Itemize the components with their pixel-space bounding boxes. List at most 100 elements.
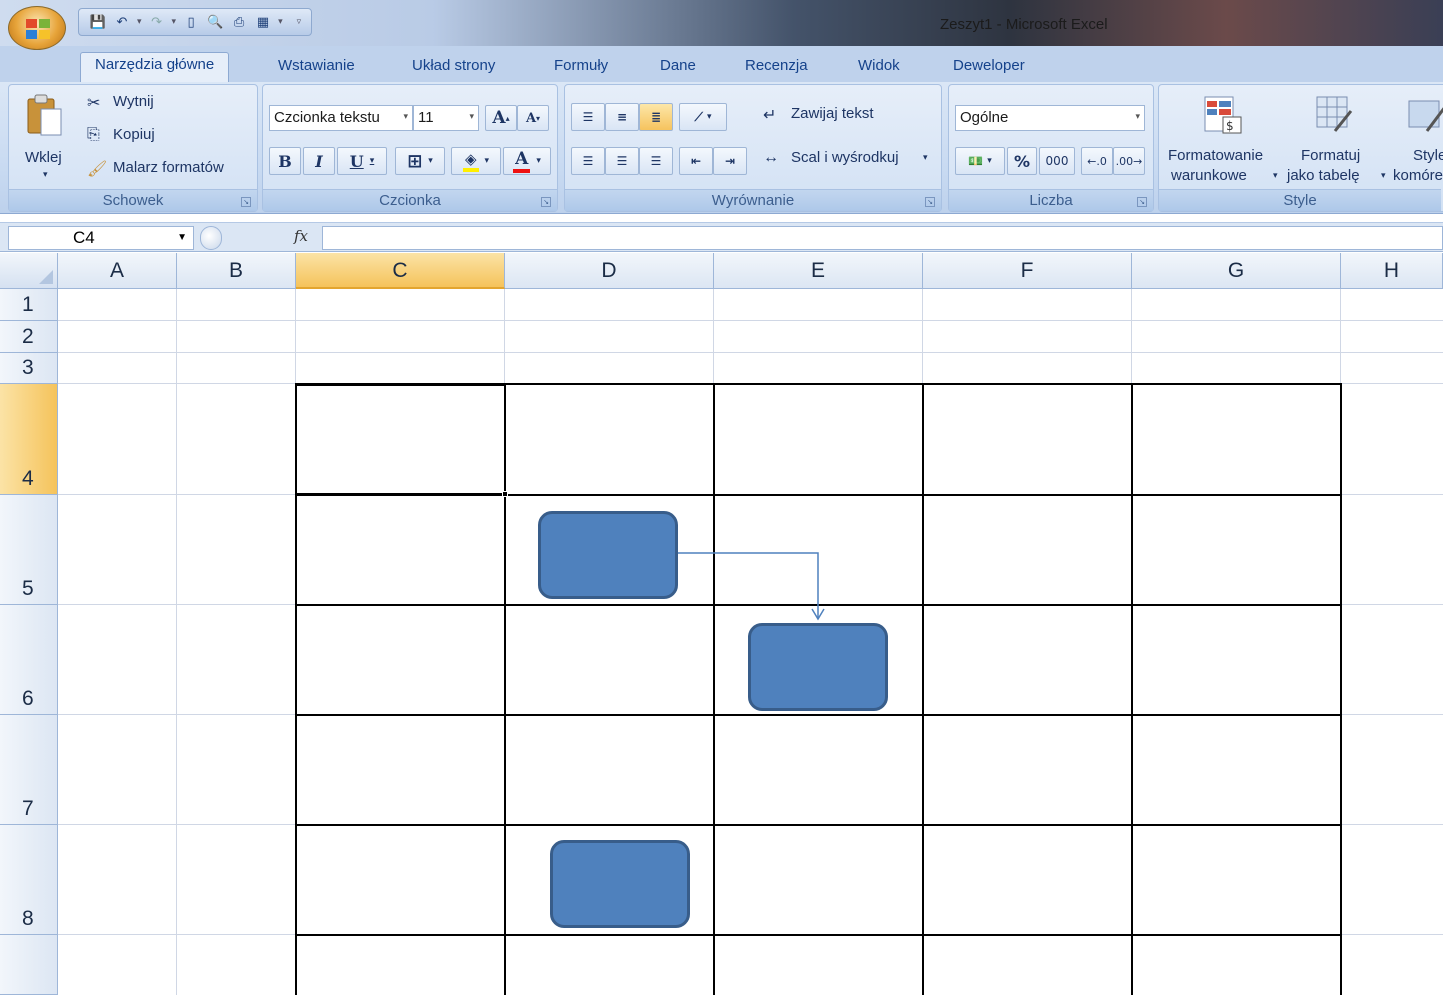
tab-view[interactable]: Widok (858, 54, 900, 82)
row-header-1[interactable]: 1 (0, 289, 58, 321)
cell-styles-button[interactable]: Style komórek (1391, 89, 1443, 185)
number-launcher-icon[interactable]: ↘ (1137, 197, 1147, 207)
print-icon[interactable]: ⎙ (230, 13, 248, 31)
rounded-rectangle-shape-3[interactable] (550, 840, 690, 928)
row-header-5[interactable]: 5 (0, 495, 58, 605)
font-size-value: 11 (418, 109, 434, 126)
formula-bar-splitter[interactable] (200, 226, 222, 250)
formula-input[interactable] (322, 226, 1443, 250)
font-size-dropdown-icon[interactable]: ▾ (469, 111, 474, 122)
align-top-icon: ☰ (582, 110, 594, 124)
wrap-text-button[interactable]: ↵ Zawijaj tekst (763, 105, 933, 131)
paste-button[interactable]: Wklej ▾ (15, 91, 73, 183)
row-header-9[interactable] (0, 935, 58, 995)
paste-icon (27, 94, 62, 136)
rounded-rectangle-shape-1[interactable] (538, 511, 678, 599)
copy-button[interactable]: ⎘ Kopiuj (87, 126, 247, 150)
elbow-connector-arrow[interactable] (676, 549, 826, 623)
shrink-font-button[interactable]: A ▾ (517, 105, 549, 131)
italic-button[interactable]: I (303, 147, 335, 175)
fill-color-button[interactable]: ◈ ▾ (451, 147, 501, 175)
name-box-dropdown-icon[interactable]: ▼ (177, 232, 187, 243)
cell-styles-icon (1408, 100, 1443, 132)
tab-home[interactable]: Narzędzia główne (80, 52, 230, 82)
column-header-f[interactable]: F (923, 253, 1132, 289)
column-header-a[interactable]: A (58, 253, 177, 289)
tab-insert[interactable]: Wstawianie (278, 54, 355, 82)
font-color-button[interactable]: A ▾ (503, 147, 551, 175)
active-cell-c4[interactable] (295, 384, 508, 497)
increase-indent-button[interactable]: ⇥ (713, 147, 747, 175)
name-box-value: C4 (73, 228, 95, 247)
number-format-dropdown-icon[interactable]: ▾ (1135, 111, 1140, 122)
align-bottom-button[interactable]: ≣ (639, 103, 673, 131)
align-middle-button[interactable]: ≡ (605, 103, 639, 131)
cut-button[interactable]: ✂ Wytnij (87, 93, 247, 117)
row-header-2[interactable]: 2 (0, 321, 58, 353)
conditional-formatting-button[interactable]: $ Formatowanie warunkowe ▾ (1163, 89, 1287, 185)
align-right-button[interactable]: ☰ (639, 147, 673, 175)
merge-dropdown-icon[interactable]: ▾ (923, 152, 928, 163)
align-left-button[interactable]: ☰ (571, 147, 605, 175)
align-center-button[interactable]: ☰ (605, 147, 639, 175)
worksheet-grid[interactable]: A B C D E F G H 1 2 3 4 5 6 7 8 (0, 253, 1443, 995)
table-dropdown-icon[interactable]: ▾ (278, 17, 283, 27)
column-header-h[interactable]: H (1341, 253, 1443, 289)
rounded-rectangle-shape-2[interactable] (748, 623, 888, 711)
column-header-b[interactable]: B (177, 253, 296, 289)
decrease-indent-button[interactable]: ⇤ (679, 147, 713, 175)
tab-review[interactable]: Recenzja (745, 54, 808, 82)
undo-dropdown-icon[interactable]: ▾ (137, 17, 142, 27)
borders-button[interactable]: ⊞ ▾ (395, 147, 445, 175)
name-box[interactable]: C4 ▼ (8, 226, 194, 250)
tab-developer[interactable]: Deweloper (953, 54, 1025, 82)
column-header-e[interactable]: E (714, 253, 923, 289)
row-header-6[interactable]: 6 (0, 605, 58, 715)
tab-page-layout[interactable]: Układ strony (412, 54, 495, 82)
paste-dropdown-icon[interactable]: ▾ (43, 169, 48, 180)
orientation-button[interactable]: ⟋ ▾ (679, 103, 727, 131)
row-header-4[interactable]: 4 (0, 384, 58, 495)
row-header-7[interactable]: 7 (0, 715, 58, 825)
format-as-table-button[interactable]: Formatuj jako tabelę ▾ (1285, 89, 1391, 185)
underline-button[interactable]: U ▾ (337, 147, 387, 175)
font-launcher-icon[interactable]: ↘ (541, 197, 551, 207)
fill-handle[interactable] (502, 491, 508, 497)
office-button[interactable] (8, 6, 66, 50)
undo-icon[interactable]: ↶ (113, 13, 131, 31)
redo-icon[interactable]: ↷ (148, 13, 166, 31)
tab-data[interactable]: Dane (660, 54, 696, 82)
percent-button[interactable]: % (1007, 147, 1037, 175)
font-group-label: Czcionka (263, 189, 557, 211)
increase-decimal-button[interactable]: ←.0 (1081, 147, 1113, 175)
bold-button[interactable]: B (269, 147, 301, 175)
decrease-decimal-button[interactable]: .00→ (1113, 147, 1145, 175)
merge-center-button[interactable]: ↔ Scal i wyśrodkuj ▾ (763, 149, 941, 175)
column-header-g[interactable]: G (1132, 253, 1341, 289)
column-header-d[interactable]: D (505, 253, 714, 289)
align-top-button[interactable]: ☰ (571, 103, 605, 131)
column-header-c[interactable]: C (296, 253, 505, 289)
print-preview-icon[interactable]: 🔍 (206, 13, 224, 31)
currency-button[interactable]: 💵 ▾ (955, 147, 1005, 175)
grow-font-button[interactable]: A ▴ (485, 105, 517, 131)
alignment-launcher-icon[interactable]: ↘ (925, 197, 935, 207)
font-size-combo[interactable]: 11 ▾ (413, 105, 479, 131)
font-name-dropdown-icon[interactable]: ▾ (403, 111, 408, 122)
clipboard-launcher-icon[interactable]: ↘ (241, 197, 251, 207)
new-document-icon[interactable]: ▯ (182, 13, 200, 31)
select-all-button[interactable] (0, 253, 58, 289)
row-header-8[interactable]: 8 (0, 825, 58, 935)
row-header-3[interactable]: 3 (0, 353, 58, 384)
customize-qat-icon[interactable]: ▿ (297, 17, 302, 27)
format-painter-button[interactable]: 🖌 Malarz formatów (87, 159, 257, 183)
number-format-combo[interactable]: Ogólne ▾ (955, 105, 1145, 131)
table-icon[interactable]: ▦ (254, 13, 272, 31)
conditional-formatting-label-1: Formatowanie (1168, 147, 1264, 164)
insert-function-icon[interactable]: fx (294, 227, 308, 245)
redo-dropdown-icon[interactable]: ▾ (172, 17, 177, 27)
font-name-combo[interactable]: Czcionka tekstu ▾ (269, 105, 413, 131)
save-icon[interactable]: 💾 (89, 13, 107, 31)
tab-formulas[interactable]: Formuły (554, 54, 608, 82)
thousands-button[interactable]: 000 (1039, 147, 1075, 175)
